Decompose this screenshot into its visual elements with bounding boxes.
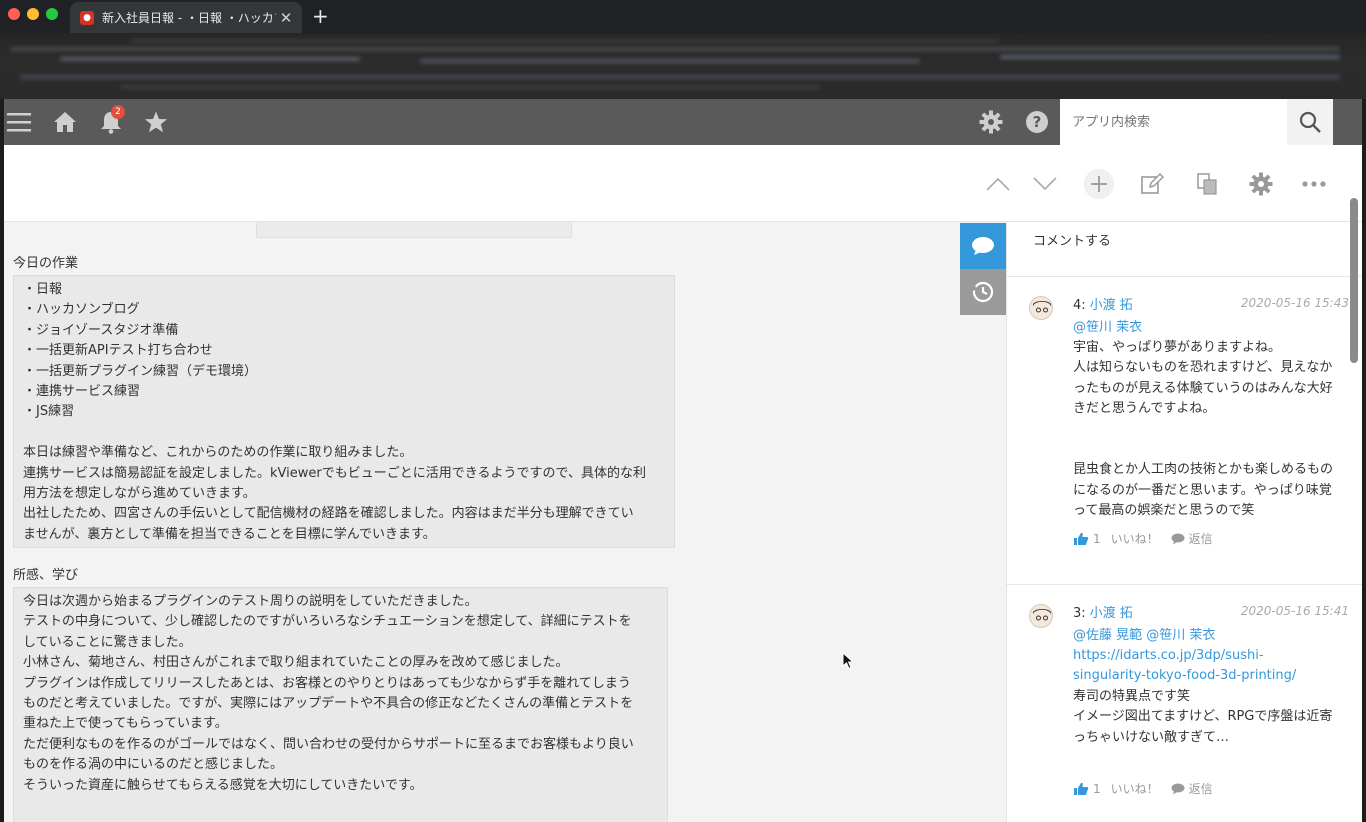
tab-title: 新入社員日報 - ・日報 ・ハッカソ [102,11,276,25]
page-scrollbar[interactable] [1350,198,1358,363]
previous-record-icon[interactable] [983,169,1013,199]
comments-divider [1007,276,1362,277]
duplicate-icon[interactable] [1192,169,1222,199]
work-field-label: 今日の作業 [13,256,79,271]
speech-bubble-icon [972,237,994,255]
star-icon[interactable] [141,107,171,137]
learning-field-value: 今日は次週から始まるプラグインのテスト周りの説明をしていただきました。 テストの… [13,587,668,822]
truncated-field [256,222,572,238]
mouse-cursor-icon [842,652,854,670]
like-button[interactable]: いいね！ [1111,530,1159,547]
comments-tab[interactable] [960,223,1006,269]
comment-date: 2020-05-16 15:43 [1240,296,1349,310]
comment-mention[interactable]: @佐藤 晃範 @笹川 茉衣 [1073,626,1351,646]
record-content: 今日の作業 ・日報 ・ハッカソンブログ ・ジョイゾースタジオ準備 ・一括更新AP… [4,145,1362,822]
avatar [1029,604,1053,628]
comment-body: 寿司の特異点です笑 イメージ図出てますけど、RPGで序盤は近寄 っちゃいけない敵… [1073,689,1333,745]
avatar [1029,296,1053,320]
comment-author[interactable]: 小渡 拓 [1090,298,1133,313]
next-record-icon[interactable] [1030,169,1060,199]
browser-tab[interactable]: ● 新入社員日報 - ・日報 ・ハッカソ ✕ [70,2,302,33]
window-minimize-button[interactable] [27,8,39,20]
write-comment-prompt[interactable]: コメントする [1033,230,1111,249]
blurred-browser-toolbar [0,33,1366,99]
browser-tab-bar: ● 新入社員日報 - ・日報 ・ハッカソ ✕ + [0,0,1366,33]
reply-button[interactable]: 返信 [1189,780,1213,797]
comment-body: 宇宙、やっぱり夢がありますよね。 人は知らないものを恐れますけど、見えなか った… [1073,340,1334,519]
comment-number: 3: [1073,606,1086,621]
history-icon [972,281,994,303]
settings-gear-icon[interactable] [976,107,1006,137]
home-icon[interactable] [50,107,80,137]
svg-text:?: ? [1033,113,1042,131]
comment-header: 4: 小渡 拓 [1073,294,1133,313]
comment-actions: 1 いいね！ 返信 [1073,780,1217,797]
comment-header: 3: 小渡 拓 [1073,602,1133,621]
help-icon[interactable]: ? [1022,107,1052,137]
kintone-favicon-icon: ● [80,10,94,25]
thumbs-up-icon [1074,782,1089,795]
app-search-input[interactable] [1060,99,1287,145]
comments-panel: コメントする 4: 小渡 拓 2020-05-16 15:43 @笹川 茉衣 宇宙… [1006,222,1362,822]
comment-date: 2020-05-16 15:41 [1240,604,1349,618]
comments-divider [1007,584,1362,585]
app-header: 2 ? [4,99,1362,145]
comment-mention[interactable]: @笹川 茉衣 [1073,318,1351,338]
search-button[interactable] [1287,99,1333,145]
comment-item: 4: 小渡 拓 2020-05-16 15:43 @笹川 茉衣 宇宙、やっぱり夢が… [1007,278,1362,584]
record-toolbar [4,145,1362,222]
thumbs-up-icon [1074,532,1089,545]
tab-close-icon[interactable]: ✕ [276,9,296,27]
comment-actions: 1 いいね！ 返信 [1073,530,1217,547]
reply-bubble-icon [1171,533,1185,544]
comment-link[interactable]: https://idarts.co.jp/3dp/sushi- singular… [1073,646,1351,687]
comment-number: 4: [1073,298,1086,313]
window-maximize-button[interactable] [46,8,58,20]
reply-button[interactable]: 返信 [1189,530,1213,547]
learning-field-label: 所感、学び [13,568,79,583]
comment-author[interactable]: 小渡 拓 [1090,606,1133,621]
edit-icon[interactable] [1137,169,1167,199]
more-options-icon[interactable] [1299,169,1329,199]
side-panel-tabs [960,223,1006,315]
reply-bubble-icon [1171,783,1185,794]
add-record-icon[interactable] [1084,169,1114,199]
record-detail-pane: 今日の作業 ・日報 ・ハッカソンブログ ・ジョイゾースタジオ準備 ・一括更新AP… [4,222,1006,822]
notification-badge: 2 [111,105,125,119]
new-tab-button[interactable]: + [312,4,329,28]
comment-item: 3: 小渡 拓 2020-05-16 15:41 @佐藤 晃範 @笹川 茉衣 ht… [1007,586,1362,822]
record-settings-gear-icon[interactable] [1246,169,1276,199]
like-count: 1 [1093,531,1101,546]
like-count: 1 [1093,781,1101,796]
history-tab[interactable] [960,269,1006,315]
work-field-value: ・日報 ・ハッカソンブログ ・ジョイゾースタジオ準備 ・一括更新APIテスト打ち… [13,275,675,548]
menu-icon[interactable] [4,107,34,137]
window-close-button[interactable] [8,8,20,20]
like-button[interactable]: いいね！ [1111,780,1159,797]
search-icon [1299,111,1321,133]
